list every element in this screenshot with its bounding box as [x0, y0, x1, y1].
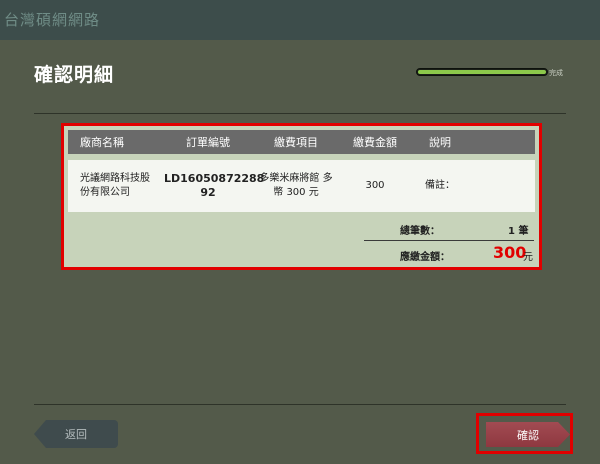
confirm-button[interactable]: 確認 — [486, 422, 570, 447]
order-line-1: LD16050872288 — [164, 172, 265, 185]
cell-order-no: LD16050872288 92 — [164, 172, 265, 200]
table-row: 光議網路科技股 份有限公司 LD16050872288 92 多樂米麻將館 多 … — [68, 160, 535, 212]
vendor-line-1: 光議網路科技股 — [80, 173, 150, 184]
cell-amount: 300 — [365, 180, 385, 191]
summary-divider — [364, 240, 534, 241]
progress-bar — [416, 68, 548, 76]
amount-due-value: 300 — [493, 243, 527, 262]
amount-due-label: 應繳金額： — [400, 252, 450, 263]
progress-fill — [418, 70, 546, 74]
order-line-2: 92 — [200, 186, 216, 199]
item-line-1: 多樂米麻將館 多 — [259, 173, 333, 184]
app-title: 台灣碩網網路 — [4, 11, 101, 29]
table-header: 廠商名稱 訂單編號 繳費項目 繳費金額 說明 — [68, 130, 535, 154]
header-amount: 繳費金額 — [353, 136, 397, 149]
item-line-2: 幣 300 元 — [273, 187, 319, 198]
total-count-value: 1 筆 — [508, 226, 529, 237]
header-order-no: 訂單編號 — [186, 136, 230, 149]
amount-due-unit: 元 — [523, 252, 533, 263]
cell-note: 備註： — [425, 180, 455, 191]
cell-vendor: 光議網路科技股 份有限公司 — [68, 172, 164, 200]
total-count-label: 總筆數： — [400, 226, 440, 237]
back-button[interactable]: 返回 — [34, 420, 118, 448]
confirm-highlight: 確認 — [476, 413, 573, 454]
progress-label: 完成 — [549, 69, 563, 77]
page-title: 確認明細 — [34, 64, 115, 86]
top-bar: 台灣碩網網路 — [0, 0, 600, 40]
divider-bottom — [34, 404, 566, 405]
order-detail-panel: 廠商名稱 訂單編號 繳費項目 繳費金額 說明 光議網路科技股 份有限公司 LD1… — [61, 123, 542, 270]
divider-top — [34, 113, 566, 114]
header-vendor: 廠商名稱 — [80, 136, 124, 149]
header-item: 繳費項目 — [274, 136, 318, 149]
vendor-line-2: 份有限公司 — [80, 187, 130, 198]
cell-item: 多樂米麻將館 多 幣 300 元 — [252, 172, 340, 200]
header-description: 說明 — [429, 136, 451, 149]
